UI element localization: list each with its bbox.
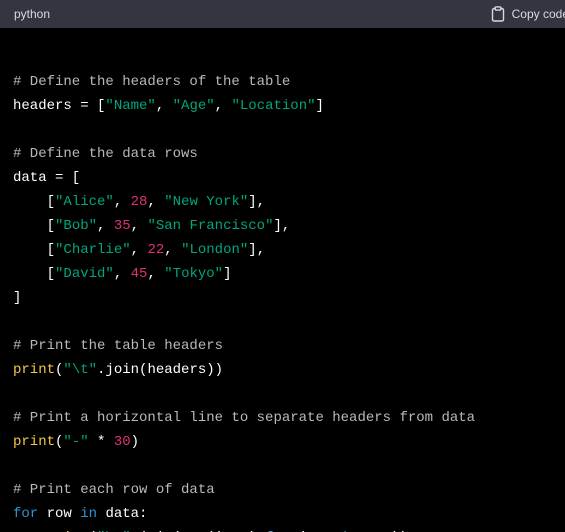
code-content: # Define the headers of the table headers… bbox=[13, 46, 475, 532]
code-token-plain: [ bbox=[13, 242, 56, 258]
code-token-string: "Charlie" bbox=[55, 242, 131, 258]
code-line: print("\t".join(str(item) for item in ro… bbox=[13, 526, 475, 532]
code-line: # Define the headers of the table bbox=[13, 70, 475, 94]
code-line: # Print a horizontal line to separate he… bbox=[13, 406, 475, 430]
code-token-comment: # Define the data rows bbox=[13, 146, 198, 162]
code-line: headers = ["Name", "Age", "Location"] bbox=[13, 94, 475, 118]
code-token-comment: # Print each row of data bbox=[13, 482, 215, 498]
code-token-plain: , bbox=[113, 266, 131, 282]
code-token-plain: [ bbox=[13, 218, 56, 234]
code-token-plain: * bbox=[88, 434, 114, 450]
copy-code-button[interactable]: Copy code bbox=[491, 6, 565, 22]
code-token-string: "\t" bbox=[63, 362, 98, 378]
code-token-string: "David" bbox=[55, 266, 114, 282]
language-label: python bbox=[14, 7, 51, 21]
code-token-plain: , bbox=[130, 242, 148, 258]
code-token-builtin: print bbox=[13, 362, 56, 378]
code-token-plain: ) bbox=[130, 434, 140, 450]
copy-code-label: Copy code bbox=[511, 7, 565, 21]
code-token-plain: , bbox=[155, 98, 173, 114]
code-token-string: "Location" bbox=[231, 98, 316, 114]
code-line: ["Alice", 28, "New York"], bbox=[13, 190, 475, 214]
code-token-plain: [ bbox=[13, 194, 56, 210]
code-token-string: "San Francisco" bbox=[147, 218, 274, 234]
code-token-number: 30 bbox=[113, 434, 131, 450]
code-token-plain: row bbox=[38, 506, 81, 522]
code-token-plain: , bbox=[130, 218, 148, 234]
code-token-plain: ] bbox=[315, 98, 324, 114]
code-token-plain: .join(headers)) bbox=[97, 362, 224, 378]
code-token-plain: , bbox=[214, 98, 232, 114]
code-token-plain: data = [ bbox=[13, 170, 81, 186]
code-token-plain: data: bbox=[97, 506, 148, 522]
code-line: for row in data: bbox=[13, 502, 475, 526]
code-token-string: "Bob" bbox=[55, 218, 98, 234]
code-token-plain: , bbox=[97, 218, 114, 234]
code-token-plain: , bbox=[164, 242, 182, 258]
code-token-builtin: print bbox=[13, 434, 56, 450]
code-token-plain: , bbox=[113, 194, 131, 210]
code-line: ["Bob", 35, "San Francisco"], bbox=[13, 214, 475, 238]
code-token-plain: , bbox=[147, 266, 165, 282]
code-token-plain: ], bbox=[248, 194, 266, 210]
code-token-number: 35 bbox=[113, 218, 131, 234]
code-line: print("\t".join(headers)) bbox=[13, 358, 475, 382]
code-line: # Define the data rows bbox=[13, 142, 475, 166]
code-token-keyword: for bbox=[13, 506, 39, 522]
code-token-plain: [ bbox=[13, 266, 56, 282]
code-token-plain: ], bbox=[273, 218, 291, 234]
code-line: data = [ bbox=[13, 166, 475, 190]
code-token-number: 45 bbox=[130, 266, 148, 282]
code-block: python Copy code # Define the headers of… bbox=[0, 0, 565, 532]
code-token-plain: ] bbox=[223, 266, 232, 282]
code-line: # Print the table headers bbox=[13, 334, 475, 358]
code-token-comment: # Print the table headers bbox=[13, 338, 224, 354]
code-line: ["David", 45, "Tokyo"] bbox=[13, 262, 475, 286]
code-line: # Print each row of data bbox=[13, 478, 475, 502]
code-token-plain: ] bbox=[13, 290, 22, 306]
code-token-plain: , bbox=[147, 194, 165, 210]
code-block-header: python Copy code bbox=[0, 0, 565, 28]
code-line: ] bbox=[13, 286, 475, 310]
code-line: ["Charlie", 22, "London"], bbox=[13, 238, 475, 262]
code-token-string: "Name" bbox=[105, 98, 156, 114]
code-token-comment: # Print a horizontal line to separate he… bbox=[13, 410, 476, 426]
code-token-string: "-" bbox=[63, 434, 89, 450]
code-token-plain: headers = [ bbox=[13, 98, 106, 114]
code-token-string: "London" bbox=[181, 242, 249, 258]
code-token-number: 28 bbox=[130, 194, 148, 210]
code-token-number: 22 bbox=[147, 242, 165, 258]
code-token-string: "Tokyo" bbox=[164, 266, 224, 282]
code-token-keyword: in bbox=[80, 506, 98, 522]
code-token-plain: ], bbox=[248, 242, 266, 258]
clipboard-icon bbox=[491, 6, 505, 22]
code-line: print("-" * 30) bbox=[13, 430, 475, 454]
code-token-string: "New York" bbox=[164, 194, 249, 210]
code-token-string: "Age" bbox=[172, 98, 215, 114]
code-token-string: "Alice" bbox=[55, 194, 114, 210]
code-token-comment: # Define the headers of the table bbox=[13, 74, 291, 90]
